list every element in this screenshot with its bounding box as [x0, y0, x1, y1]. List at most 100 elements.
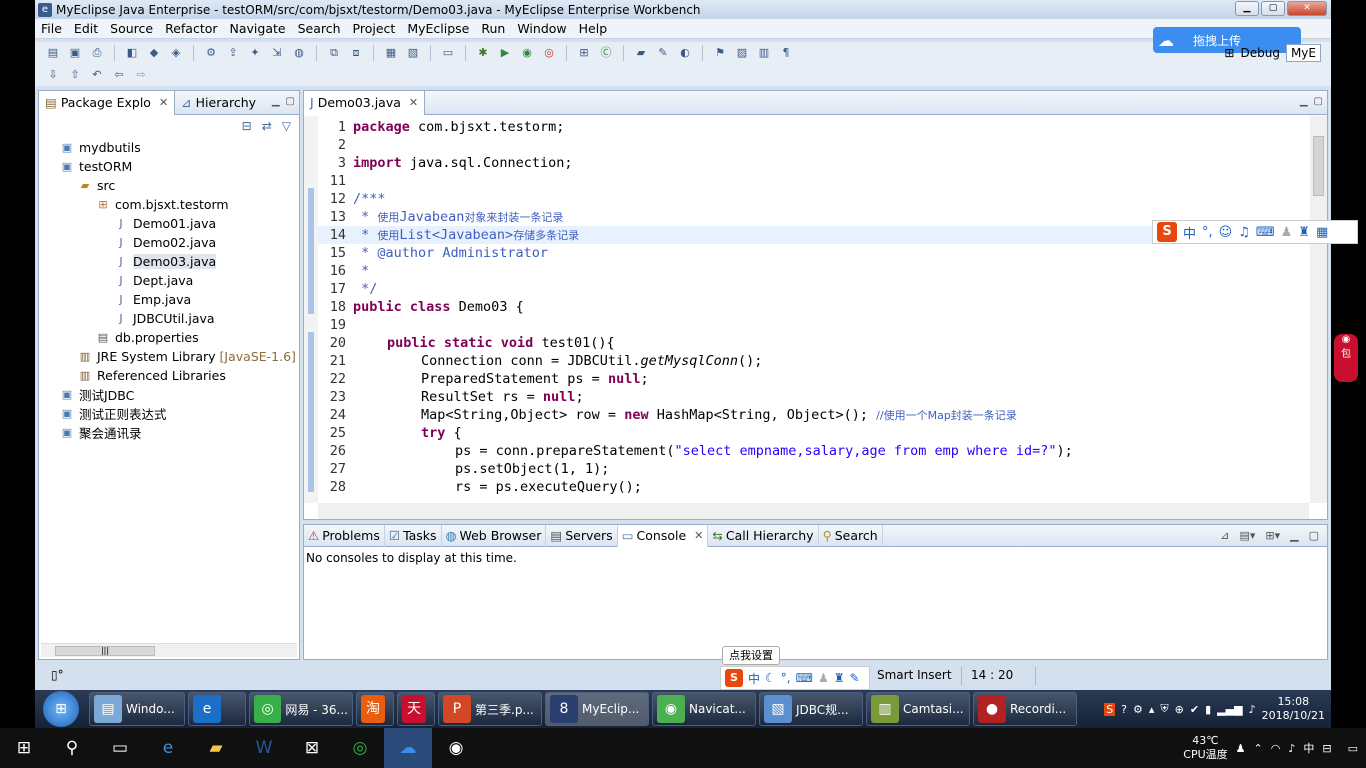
tree-item[interactable]: ▣ testORM	[59, 157, 133, 176]
vertical-scrollbar[interactable]	[1310, 116, 1327, 503]
sogou-tray-icon[interactable]: S	[1104, 702, 1116, 716]
windows-start-icon[interactable]: ⊞	[43, 691, 79, 727]
tree-item[interactable]: J Demo01.java	[113, 214, 216, 233]
user-icon[interactable]: ♟	[818, 671, 829, 685]
keyboard-icon[interactable]: ⌨	[1256, 225, 1275, 240]
menu-navigate[interactable]: Navigate	[224, 21, 292, 36]
ime-mode-icon[interactable]: ⊟	[1322, 742, 1331, 755]
paragraph-icon[interactable]: ¶	[778, 45, 794, 61]
horizontal-scrollbar[interactable]: |||	[41, 643, 297, 657]
gear-tray-icon[interactable]: ⚙	[1133, 703, 1143, 716]
code-area[interactable]: 1 package com.bjsxt.testorm; 2 3 import ja…	[318, 116, 1309, 503]
next-annotation-icon[interactable]: ⇩	[45, 67, 61, 83]
tab-call-hierarchy[interactable]: ⇆ Call Hierarchy	[708, 524, 819, 547]
punctuation-icon[interactable]: °,	[781, 671, 791, 685]
tab-problems[interactable]: ⚠ Problems	[304, 524, 385, 547]
menu-search[interactable]: Search	[292, 21, 347, 36]
tree-item[interactable]: ▥ JRE System Library [JavaSE-1.6]	[77, 347, 296, 366]
debug-icon[interactable]: ✱	[475, 45, 491, 61]
tab-console[interactable]: ▭ Console ✕	[617, 524, 709, 547]
image-icon[interactable]: ▦	[383, 45, 399, 61]
tab-servers[interactable]: ▤ Servers	[546, 524, 618, 547]
word-icon[interactable]: W	[240, 728, 288, 768]
check-tray-icon[interactable]: ✔	[1190, 703, 1199, 716]
taskbar-item[interactable]: ▤ Windo...	[89, 692, 185, 726]
open-folder-icon[interactable]: ▰	[633, 45, 649, 61]
menu-edit[interactable]: Edit	[68, 21, 104, 36]
maximize-button[interactable]: ▢	[1261, 1, 1285, 16]
show-hidden-icon[interactable]: ▴	[1149, 703, 1155, 716]
taskbar-item[interactable]: ◉ Navicat...	[652, 692, 756, 726]
display-console-icon[interactable]: ▤▾	[1239, 529, 1255, 542]
tab-package-explorer[interactable]: ▤ Package Explo ✕	[39, 90, 176, 115]
run-icon[interactable]: ▶	[497, 45, 513, 61]
close-button[interactable]: ✕	[1287, 1, 1327, 16]
tab-demo03-java[interactable]: J Demo03.java ✕	[304, 90, 426, 115]
user-icon[interactable]: ♟	[1281, 225, 1293, 240]
menu-project[interactable]: Project	[347, 21, 402, 36]
skin-icon[interactable]: ♜	[1298, 225, 1310, 240]
360-icon[interactable]: ◎	[336, 728, 384, 768]
monitor-icon[interactable]: ▭	[440, 45, 456, 61]
menu-window[interactable]: Window	[511, 21, 572, 36]
debug-perspective[interactable]: Debug	[1240, 46, 1279, 60]
paste-icon[interactable]: ⧈	[348, 45, 364, 61]
editor-horizontal-scrollbar[interactable]	[318, 503, 1309, 519]
emoji-icon[interactable]: ☺	[1219, 225, 1233, 240]
minimize-button[interactable]: ▁	[1235, 1, 1259, 16]
highlight-icon[interactable]: ▨	[734, 45, 750, 61]
tree-item[interactable]: ▣ 测试JDBC	[59, 385, 135, 404]
maximize-view-icon[interactable]: ▢	[1309, 529, 1319, 542]
export-icon[interactable]: ⇲	[269, 45, 285, 61]
new-icon[interactable]: ▤	[45, 45, 61, 61]
tree-item[interactable]: J JDBCUtil.java	[113, 309, 214, 328]
ime-tray[interactable]: 中	[1303, 740, 1314, 756]
menu-file[interactable]: File	[35, 21, 68, 36]
new-class-icon[interactable]: Ⓒ	[598, 45, 614, 61]
taskbar-item[interactable]: ▧ JDBC规...	[759, 692, 863, 726]
taskbar-item[interactable]: ◎ 网易 - 36...	[249, 692, 353, 726]
menu-source[interactable]: Source	[104, 21, 159, 36]
block-select-icon[interactable]: ▥	[756, 45, 772, 61]
search-icon[interactable]: ⚲	[48, 728, 96, 768]
copy-icon[interactable]: ⧉	[326, 45, 342, 61]
report-icon[interactable]: ▧	[405, 45, 421, 61]
coverage-icon[interactable]: ◎	[541, 45, 557, 61]
tree-item[interactable]: J Emp.java	[113, 290, 191, 309]
back-icon[interactable]: ⇦	[111, 67, 127, 83]
minimize-view-icon[interactable]: ▁	[1300, 96, 1308, 107]
tree-item[interactable]: ▣ 测试正则表达式	[59, 404, 167, 423]
moon-icon[interactable]: ☾	[765, 671, 776, 685]
tab-hierarchy[interactable]: ⊿ Hierarchy	[175, 91, 262, 115]
taskbar-item[interactable]: 8 MyEclip...	[545, 692, 649, 726]
pencil-icon[interactable]: ✎	[655, 45, 671, 61]
forward-icon[interactable]: ⇨	[133, 67, 149, 83]
punctuation-icon[interactable]: °,	[1202, 225, 1213, 240]
tree-item[interactable]: ▣ mydbutils	[59, 138, 141, 157]
ime-toolbar-bottom[interactable]: S 中 ☾ °, ⌨ ♟ ♜ ✎	[720, 666, 870, 690]
notifications-icon[interactable]: ▭	[1348, 742, 1358, 755]
app-icon[interactable]: ◉	[432, 728, 480, 768]
baidu-netdisk-icon[interactable]: ☁	[384, 728, 432, 768]
taskbar-item[interactable]: P 第三季.p...	[438, 692, 542, 726]
link-editor-icon[interactable]: ⇄	[262, 119, 272, 133]
ime-toolbar[interactable]: S 中 °, ☺ ♫ ⌨ ♟ ♜ ▦	[1152, 220, 1358, 244]
taskbar-item[interactable]: ▥ Camtasi...	[866, 692, 970, 726]
run-external-icon[interactable]: ◉	[519, 45, 535, 61]
tree-item[interactable]: J Demo03.java	[113, 252, 217, 271]
menu-refactor[interactable]: Refactor	[159, 21, 223, 36]
wizard-icon[interactable]: ✦	[247, 45, 263, 61]
close-icon[interactable]: ✕	[409, 96, 418, 109]
plus-tray-icon[interactable]: ⊕	[1175, 703, 1184, 716]
deploy-icon[interactable]: ⇪	[225, 45, 241, 61]
microphone-icon[interactable]: ♫	[1238, 225, 1250, 240]
view-menu-icon[interactable]: ▽	[282, 119, 291, 133]
network-icon[interactable]: ◠	[1271, 742, 1281, 755]
help-tray-icon[interactable]: ?	[1121, 703, 1127, 716]
menu-myeclipse[interactable]: MyEclipse	[401, 21, 475, 36]
server-icon[interactable]: ⚙	[203, 45, 219, 61]
shield-icon[interactable]: ⛨	[1160, 702, 1168, 716]
tab-web-browser[interactable]: ◍ Web Browser	[442, 524, 547, 547]
new-java-project-icon[interactable]: ◧	[124, 45, 140, 61]
tree-item[interactable]: ▤ db.properties	[95, 328, 199, 347]
